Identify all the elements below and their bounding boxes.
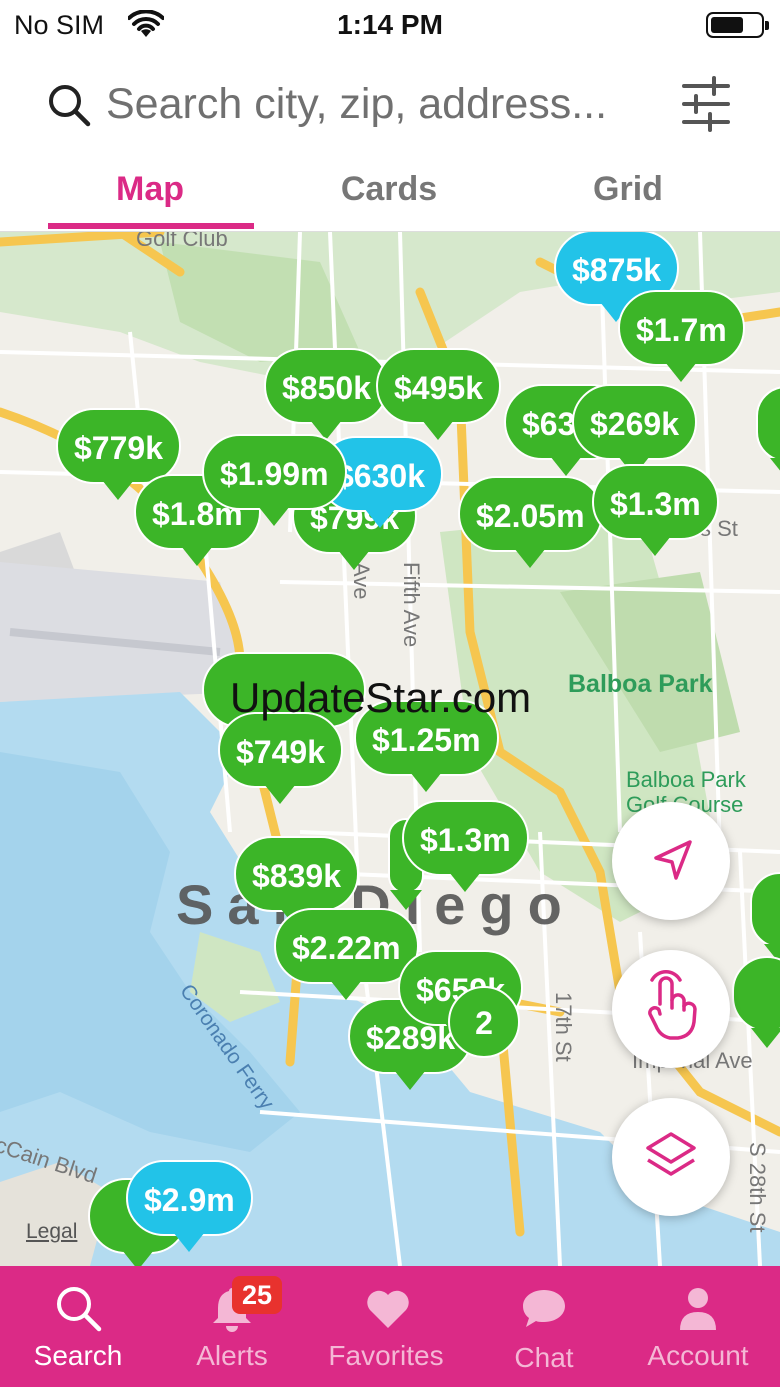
view-tabs: Map Cards Grid	[0, 160, 780, 232]
price-pin[interactable]: $2.22m	[274, 908, 419, 1000]
navigation-arrow-icon	[654, 840, 692, 880]
search-icon[interactable]	[46, 82, 92, 128]
price-pin[interactable]: $1.3m	[402, 800, 529, 892]
price-pin[interactable]: $2.9m	[126, 1160, 253, 1252]
price-pin[interactable]: $779k	[56, 408, 181, 500]
layers-icon	[646, 1132, 696, 1176]
nav-account[interactable]: Account	[620, 1266, 776, 1387]
price-pin[interactable]: $839k	[234, 836, 359, 928]
map-layers-button[interactable]	[612, 1098, 730, 1216]
locate-me-button[interactable]	[612, 802, 730, 920]
person-icon	[680, 1288, 716, 1330]
hand-pointer-icon	[648, 970, 697, 1040]
map-label-golf-club: Golf Club	[136, 232, 228, 251]
heart-icon	[367, 1290, 409, 1328]
price-pin[interactable]: $1.7m	[618, 290, 745, 382]
tab-cards[interactable]: Cards	[279, 170, 499, 209]
draw-search-button[interactable]	[612, 950, 730, 1068]
price-pin[interactable]: $749k	[218, 712, 343, 804]
nav-chat-label: Chat	[514, 1342, 574, 1373]
chat-bubble-icon	[523, 1290, 565, 1327]
clock: 1:14 PM	[337, 9, 443, 40]
map-label-fifth-ave: Fifth Ave	[399, 562, 424, 648]
tab-grid[interactable]: Grid	[518, 170, 738, 209]
wifi-icon	[128, 10, 164, 37]
price-pin[interactable]: $1.99m	[202, 434, 347, 526]
map-view[interactable]: Golf Club Balboa Park Balboa Park Golf C…	[0, 232, 780, 1266]
battery-icon	[706, 12, 769, 38]
nav-favorites-label: Favorites	[328, 1340, 444, 1371]
map-label-balboa-park: Balboa Park	[568, 670, 713, 698]
price-pin[interactable]: $1.25m	[354, 700, 499, 792]
search-input[interactable]	[106, 76, 666, 132]
price-pin[interactable]: $2.05m	[458, 476, 603, 568]
map-label-17th-st: 17th St	[551, 992, 576, 1062]
nav-search-label: Search	[33, 1340, 123, 1371]
tab-map[interactable]: Map	[40, 170, 260, 209]
nav-account-label: Account	[647, 1340, 749, 1371]
nav-chat[interactable]: Chat	[466, 1266, 622, 1387]
alerts-badge: 25	[232, 1276, 282, 1314]
cluster-pin[interactable]: 2	[448, 986, 520, 1058]
price-pin[interactable]: $1.3m	[592, 464, 719, 556]
bottom-nav: Search Alerts Favorites Chat Account	[0, 1266, 780, 1387]
nav-favorites[interactable]: Favorites	[308, 1266, 464, 1387]
map-label-balboa-golf-1: Balboa Park	[626, 767, 746, 792]
map-label-28th-st: S 28th St	[745, 1142, 770, 1233]
price-pin[interactable]: $269k	[572, 384, 697, 476]
search-bar	[0, 60, 780, 148]
price-pin[interactable]: $850k	[264, 348, 389, 440]
legal-link[interactable]: Legal	[26, 1220, 77, 1244]
nav-search[interactable]: Search	[0, 1266, 156, 1387]
carrier-label: No SIM	[14, 10, 105, 40]
status-bar: No SIM 1:14 PM	[0, 0, 780, 52]
price-pin[interactable]: $495k	[376, 348, 501, 440]
active-tab-indicator	[48, 223, 254, 229]
filter-sliders-icon[interactable]	[680, 76, 732, 132]
nav-alerts-label: Alerts	[196, 1340, 268, 1371]
search-icon	[57, 1287, 102, 1332]
